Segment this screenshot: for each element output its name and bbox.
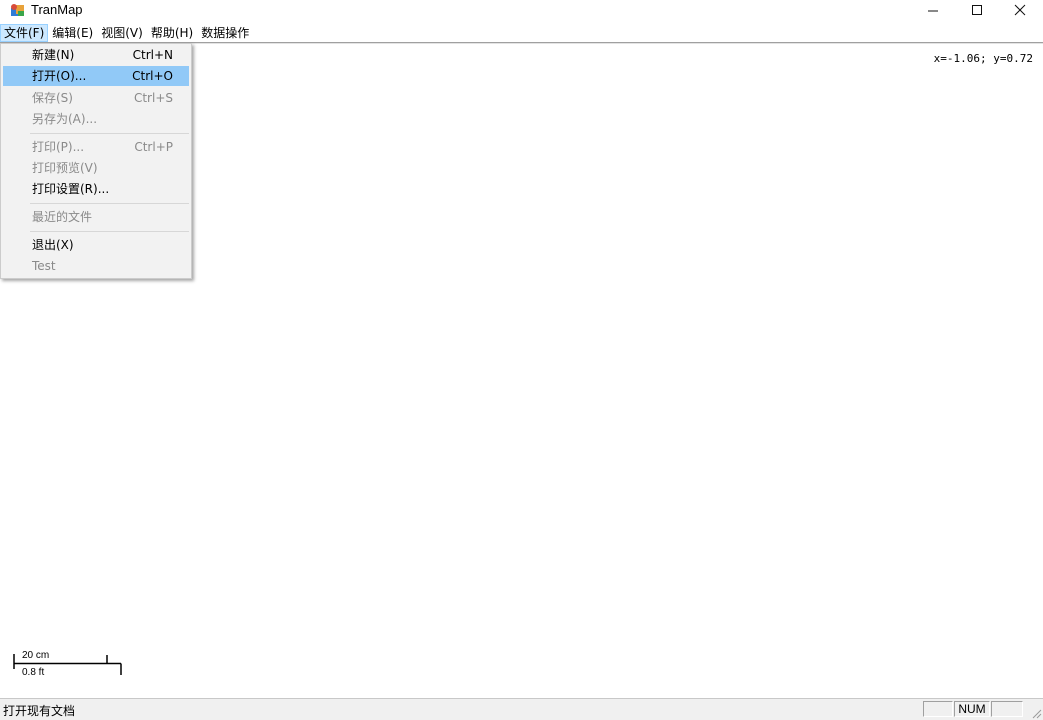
menu-item-save[interactable]: 保存(S) Ctrl+S xyxy=(3,88,189,108)
app-icon xyxy=(11,4,24,16)
menu-item-recent-files[interactable]: 最近的文件 xyxy=(3,207,189,227)
menu-separator xyxy=(30,203,189,204)
status-pane-num: NUM xyxy=(954,701,990,717)
status-pane-scroll xyxy=(991,701,1023,717)
menu-item-exit[interactable]: 退出(X) xyxy=(3,235,189,255)
menu-item-shortcut: Ctrl+N xyxy=(132,48,173,62)
menu-item-open[interactable]: 打开(O)... Ctrl+O xyxy=(3,66,189,86)
menu-item-label: 打印(P)... xyxy=(32,140,85,154)
menu-edit[interactable]: 编辑(E) xyxy=(48,24,97,42)
close-icon xyxy=(1014,4,1026,16)
menu-item-label: 打印预览(V) xyxy=(32,161,98,175)
menu-item-label: 打印设置(R)... xyxy=(32,182,110,196)
minimize-icon xyxy=(928,10,938,12)
menu-item-shortcut: Ctrl+O xyxy=(132,69,173,83)
menu-separator xyxy=(30,231,189,232)
status-pane-caps xyxy=(923,701,953,717)
scale-bar: 20 cm 0.8 ft xyxy=(13,649,125,679)
status-message: 打开现有文档 xyxy=(3,704,76,718)
menu-view[interactable]: 视图(V) xyxy=(97,24,147,42)
close-button[interactable] xyxy=(999,0,1041,20)
menu-item-shortcut: Ctrl+S xyxy=(133,91,173,105)
menu-item-label: 保存(S) xyxy=(32,91,73,105)
menu-item-label: 另存为(A)... xyxy=(32,112,98,126)
menu-item-label: 最近的文件 xyxy=(32,210,93,224)
maximize-icon xyxy=(972,5,982,15)
menu-item-save-as[interactable]: 另存为(A)... xyxy=(3,109,189,129)
scale-metric-label: 20 cm xyxy=(22,650,50,661)
menu-item-print-setup[interactable]: 打印设置(R)... xyxy=(3,179,189,199)
resize-grip-icon[interactable] xyxy=(1030,707,1042,719)
menu-item-label: 新建(N) xyxy=(32,48,75,62)
status-bar: 打开现有文档 NUM xyxy=(0,698,1043,720)
menu-item-label: 退出(X) xyxy=(32,238,74,252)
menu-item-test[interactable]: Test xyxy=(3,256,189,276)
menu-item-label: 打开(O)... xyxy=(32,69,87,83)
scale-imperial-label: 0.8 ft xyxy=(22,667,45,678)
menu-data-operations[interactable]: 数据操作 xyxy=(197,24,253,42)
title-bar[interactable]: TranMap xyxy=(0,0,1043,22)
coordinate-readout: x=-1.06; y=0.72 xyxy=(933,52,1033,65)
menu-item-print-preview[interactable]: 打印预览(V) xyxy=(3,158,189,178)
menu-file[interactable]: 文件(F) xyxy=(0,23,49,42)
menu-help[interactable]: 帮助(H) xyxy=(147,24,197,42)
menu-item-shortcut: Ctrl+P xyxy=(134,140,173,154)
window-title: TranMap xyxy=(31,2,83,17)
menu-bar: 文件(F) 编辑(E) 视图(V) 帮助(H) 数据操作 xyxy=(0,23,1043,42)
tranmap-window: TranMap 文件(F) 编辑(E) 视图(V) 帮助(H) 数据操作 x=-… xyxy=(0,0,1043,720)
minimize-button[interactable] xyxy=(912,0,954,20)
file-menu-dropdown: 新建(N) Ctrl+N 打开(O)... Ctrl+O 保存(S) Ctrl+… xyxy=(0,43,192,279)
menu-item-label: Test xyxy=(32,259,56,273)
maximize-button[interactable] xyxy=(956,0,998,20)
menu-item-print[interactable]: 打印(P)... Ctrl+P xyxy=(3,137,189,157)
menu-separator xyxy=(30,133,189,134)
menu-item-new[interactable]: 新建(N) Ctrl+N xyxy=(3,45,189,65)
